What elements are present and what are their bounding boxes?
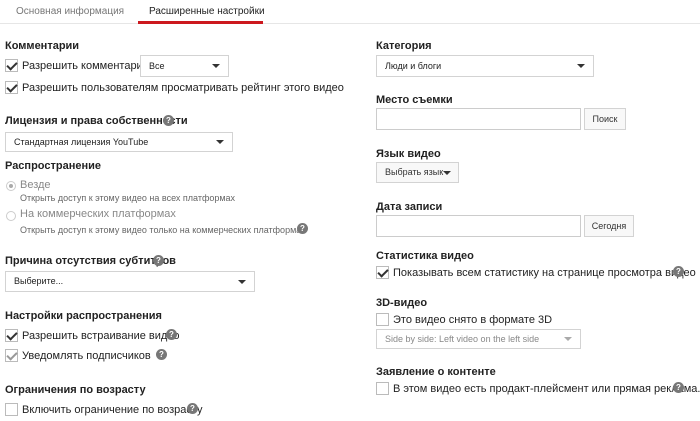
distribution-settings-heading: Настройки распространения <box>5 310 162 322</box>
captions-heading: Причина отсутствия субтитров <box>5 255 176 267</box>
distribution-heading: Распространение <box>5 160 101 172</box>
help-icon[interactable]: ? <box>297 223 308 234</box>
captions-reason-select[interactable]: Выберите... <box>5 271 255 292</box>
product-placement-label: В этом видео есть продакт-плейсмент или … <box>393 383 700 395</box>
active-tab-indicator <box>138 21 263 24</box>
tab-bar: Основная информация Расширенные настройк… <box>0 0 700 24</box>
3d-format-select[interactable]: Side by side: Left video on the left sid… <box>376 329 581 349</box>
comments-audience-select[interactable]: Все <box>140 55 229 77</box>
license-select[interactable]: Стандартная лицензия YouTube <box>5 132 233 152</box>
distribution-commercial-label: На коммерческих платформах <box>20 208 176 220</box>
recording-date-input[interactable] <box>376 215 581 237</box>
category-heading: Категория <box>376 40 432 52</box>
allow-embedding-label: Разрешить встраивание видео <box>22 330 180 342</box>
distribution-everywhere-hint: Открыть доступ к этому видео на всех пла… <box>20 193 236 203</box>
allow-comments-label: Разрешить комментарии <box>22 60 149 72</box>
chevron-down-icon <box>564 337 572 341</box>
notify-subscribers-checkbox[interactable] <box>5 349 18 362</box>
video-3d-heading: 3D-видео <box>376 297 428 309</box>
show-ratings-label: Разрешить пользователям просматривать ре… <box>22 82 344 94</box>
age-restrictions-heading: Ограничения по возрасту <box>5 384 146 396</box>
select-language-label: Выбрать язык <box>385 167 444 177</box>
distribution-commercial-radio[interactable] <box>6 211 16 221</box>
help-icon[interactable]: ? <box>163 115 174 126</box>
is-3d-checkbox[interactable] <box>376 313 389 326</box>
captions-reason-value: Выберите... <box>14 276 64 286</box>
location-search-button[interactable]: Поиск <box>584 108 626 130</box>
distribution-everywhere-label: Везде <box>20 179 51 191</box>
category-select-value: Люди и блоги <box>385 61 442 71</box>
help-icon[interactable]: ? <box>673 266 684 277</box>
tab-basic-info[interactable]: Основная информация <box>16 6 124 17</box>
help-icon[interactable]: ? <box>153 255 164 266</box>
distribution-everywhere-radio[interactable] <box>6 181 16 191</box>
allow-comments-checkbox[interactable] <box>5 59 18 72</box>
age-restriction-label: Включить ограничение по возрасту <box>22 404 203 416</box>
chevron-down-icon <box>238 279 246 284</box>
chevron-down-icon <box>216 140 224 144</box>
tab-advanced-settings[interactable]: Расширенные настройки <box>149 6 265 17</box>
chevron-down-icon <box>212 64 220 68</box>
comments-heading: Комментарии <box>5 40 80 52</box>
distribution-commercial-hint: Открыть доступ к этому видео только на к… <box>20 225 306 235</box>
3d-format-value: Side by side: Left video on the left sid… <box>385 334 540 344</box>
location-heading: Место съемки <box>376 94 453 106</box>
product-placement-checkbox[interactable] <box>376 382 389 395</box>
chevron-down-icon <box>577 64 585 68</box>
show-stats-label: Показывать всем статистику на странице п… <box>393 267 696 279</box>
video-stats-heading: Статистика видео <box>376 250 474 262</box>
show-ratings-checkbox[interactable] <box>5 81 18 94</box>
help-icon[interactable]: ? <box>166 329 177 340</box>
help-icon[interactable]: ? <box>187 403 198 414</box>
license-select-value: Стандартная лицензия YouTube <box>14 137 149 147</box>
category-select[interactable]: Люди и блоги <box>376 55 594 77</box>
age-restriction-checkbox[interactable] <box>5 403 18 416</box>
location-input[interactable] <box>376 108 581 130</box>
select-language-button[interactable]: Выбрать язык <box>376 162 459 183</box>
notify-subscribers-label: Уведомлять подписчиков <box>22 350 151 362</box>
help-icon[interactable]: ? <box>673 382 684 393</box>
allow-embedding-checkbox[interactable] <box>5 329 18 342</box>
help-icon[interactable]: ? <box>156 349 167 360</box>
video-language-heading: Язык видео <box>376 148 441 160</box>
license-heading: Лицензия и права собственности <box>5 115 188 127</box>
chevron-down-icon <box>443 171 451 175</box>
recording-date-heading: Дата записи <box>376 201 443 213</box>
today-button[interactable]: Сегодня <box>584 215 634 237</box>
is-3d-label: Это видео снято в формате 3D <box>393 314 553 326</box>
comments-audience-value: Все <box>149 61 165 71</box>
show-stats-checkbox[interactable] <box>376 266 389 279</box>
content-declaration-heading: Заявление о контенте <box>376 366 496 378</box>
